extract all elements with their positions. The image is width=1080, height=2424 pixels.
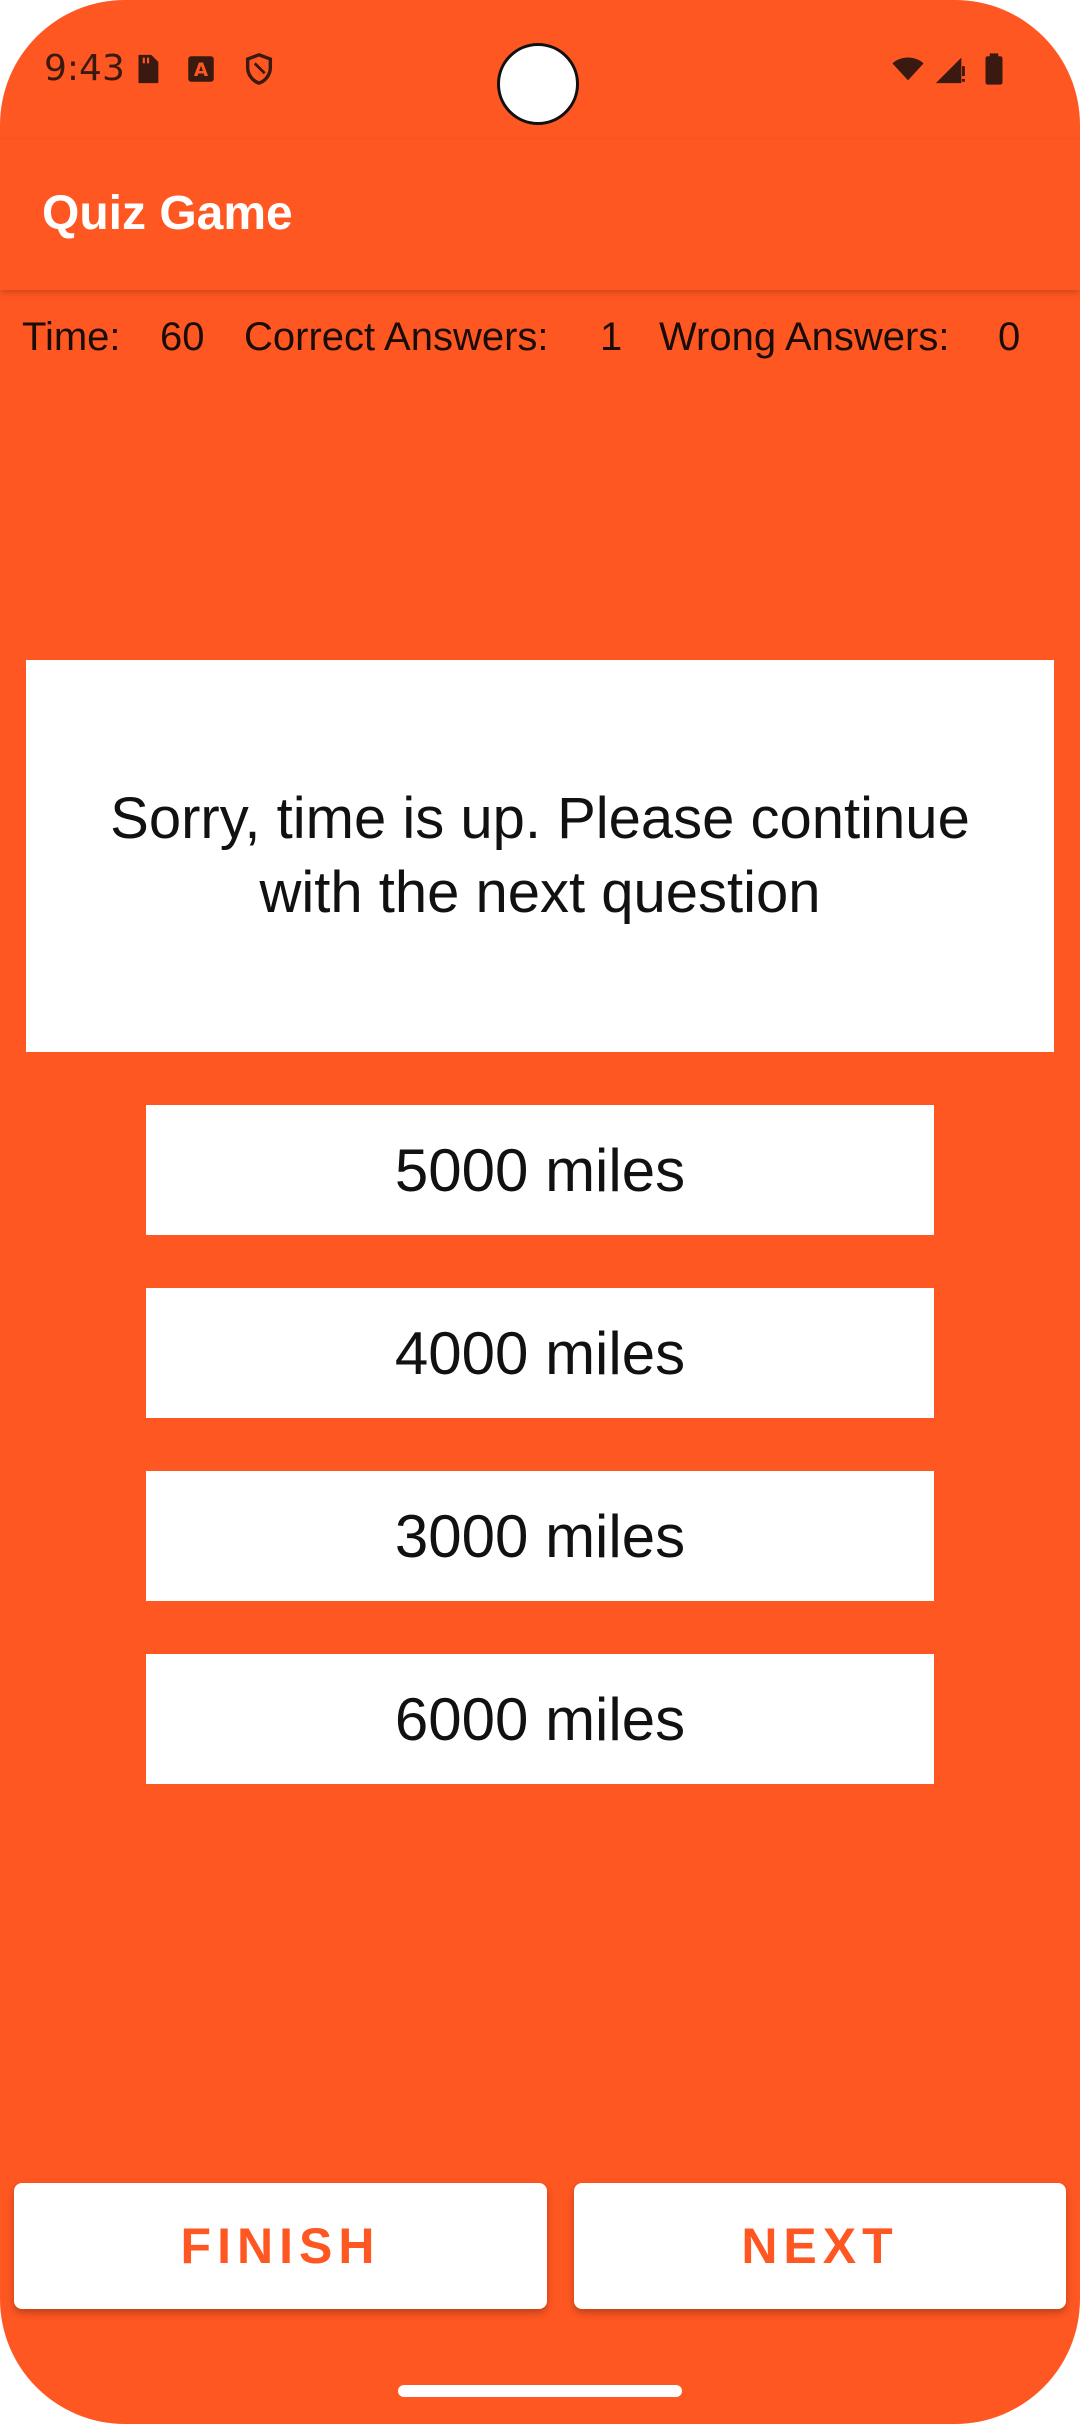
shield-icon	[245, 53, 273, 85]
answer-option-c[interactable]: 3000 miles	[146, 1471, 934, 1601]
question-text: Sorry, time is up. Please continue with …	[110, 786, 970, 925]
answer-option-b[interactable]: 4000 miles	[146, 1288, 934, 1418]
signal-icon	[935, 57, 965, 84]
front-camera	[497, 43, 579, 125]
battery-icon	[985, 53, 1003, 85]
answer-option-a[interactable]: 5000 miles	[146, 1105, 934, 1235]
answer-option-d[interactable]: 6000 miles	[146, 1654, 934, 1784]
stats-row: Time: 60 Correct Answers: 1 Wrong Answer…	[22, 315, 1062, 365]
next-button[interactable]: NEXT	[574, 2183, 1066, 2309]
status-time: 9:43	[44, 48, 125, 89]
time-value: 60	[160, 315, 205, 359]
time-label: Time:	[22, 315, 121, 359]
app-title: Quiz Game	[42, 187, 293, 240]
home-indicator[interactable]	[398, 2385, 682, 2397]
device-screen: 9:43 A Quiz Game Time: 60 Correct Answer…	[0, 0, 1080, 2424]
correct-answers-label: Correct Answers:	[244, 315, 549, 359]
wrong-answers-label: Wrong Answers:	[659, 315, 950, 359]
font-a-icon: A	[188, 56, 214, 82]
wrong-answers-value: 0	[998, 315, 1021, 359]
question-card: Sorry, time is up. Please continue with …	[26, 660, 1054, 1052]
finish-button[interactable]: FINISH	[14, 2183, 547, 2309]
wifi-icon	[892, 57, 924, 81]
sd-card-icon	[138, 54, 159, 84]
app-bar: Quiz Game	[0, 140, 1080, 290]
svg-text:A: A	[194, 60, 209, 81]
correct-answers-value: 1	[600, 315, 623, 359]
status-bar: 9:43 A	[0, 0, 1080, 140]
